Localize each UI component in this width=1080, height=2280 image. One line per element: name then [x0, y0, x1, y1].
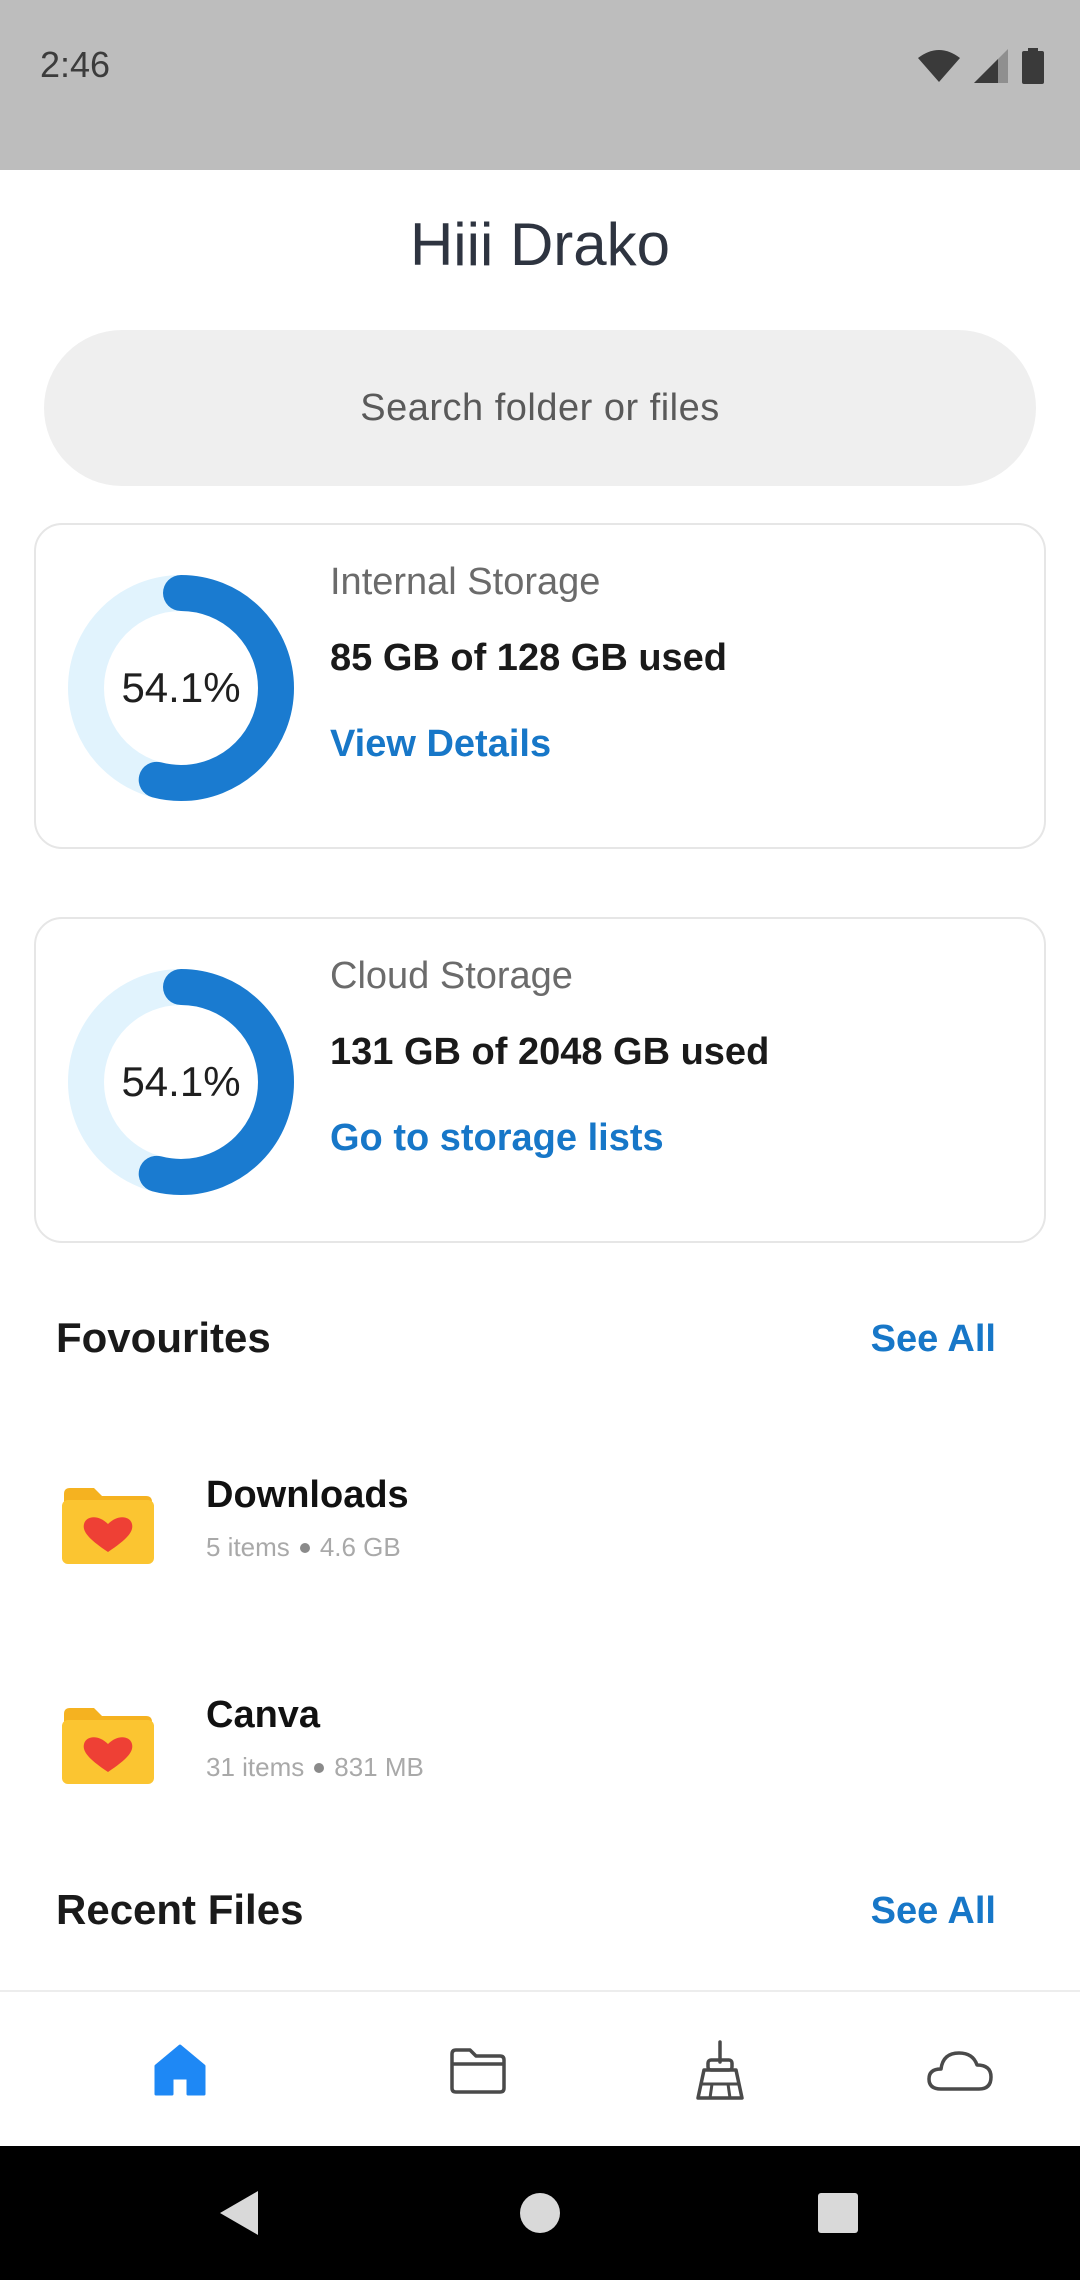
- home-system-button[interactable]: [480, 2146, 600, 2280]
- favourite-name: Canva: [206, 1694, 321, 1736]
- favourites-see-all-link[interactable]: See All: [871, 1318, 996, 1361]
- search-input[interactable]: Search folder or files: [44, 330, 1036, 486]
- recents-button[interactable]: [778, 2146, 898, 2280]
- nav-home-button[interactable]: [110, 1992, 250, 2148]
- cloud-storage-card[interactable]: 54.1% Cloud Storage 131 GB of 2048 GB us…: [34, 917, 1046, 1243]
- list-item[interactable]: Canva 31 items 831 MB: [0, 1688, 1080, 1808]
- back-button[interactable]: [180, 2146, 300, 2280]
- square-recents-icon: [818, 2193, 858, 2233]
- wifi-icon: [918, 50, 960, 82]
- folder-heart-icon: [62, 1488, 154, 1564]
- recent-files-title: Recent Files: [56, 1886, 304, 1933]
- cloud-icon: [927, 2051, 993, 2091]
- home-icon: [154, 2044, 206, 2096]
- favourite-meta: 5 items 4.6 GB: [206, 1532, 401, 1563]
- nav-cloud-button[interactable]: [890, 1992, 1030, 2148]
- nav-files-button[interactable]: [408, 1992, 548, 2148]
- storage-percent: 54.1%: [121, 664, 241, 711]
- storage-title: Cloud Storage: [330, 955, 573, 997]
- storage-usage: 85 GB of 128 GB used: [330, 637, 728, 679]
- folder-icon: [450, 2048, 506, 2094]
- status-bar: 2:46: [0, 0, 1080, 170]
- storage-donut-chart: 54.1%: [68, 575, 294, 801]
- battery-icon: [1022, 48, 1044, 84]
- folder-heart-icon: [62, 1708, 154, 1784]
- storage-donut-chart: 54.1%: [68, 969, 294, 1195]
- view-details-link[interactable]: View Details: [330, 723, 551, 766]
- back-icon: [220, 2191, 258, 2235]
- storage-lists-link[interactable]: Go to storage lists: [330, 1117, 664, 1160]
- favourite-size: 4.6 GB: [319, 1532, 401, 1562]
- favourite-meta: 31 items 831 MB: [206, 1752, 424, 1783]
- storage-usage: 131 GB of 2048 GB used: [330, 1031, 770, 1073]
- page-title: Hiii Drako: [409, 211, 671, 278]
- separator-dot: [299, 1542, 310, 1553]
- nav-clean-button[interactable]: [650, 1992, 790, 2148]
- circle-home-icon: [520, 2193, 560, 2233]
- signal-icon: [974, 49, 1008, 83]
- separator-dot: [314, 1762, 325, 1773]
- favourite-count: 5 items: [206, 1532, 290, 1562]
- storage-title: Internal Storage: [330, 561, 601, 603]
- system-navigation-bar: [0, 2146, 1080, 2280]
- favourite-name: Downloads: [206, 1474, 409, 1516]
- broom-icon: [696, 2040, 744, 2100]
- favourites-title: Fovourites: [56, 1314, 271, 1361]
- status-icons: [918, 48, 1044, 84]
- internal-storage-card[interactable]: 54.1% Internal Storage 85 GB of 128 GB u…: [34, 523, 1046, 849]
- recent-see-all-link[interactable]: See All: [871, 1890, 996, 1933]
- favourite-count: 31 items: [206, 1752, 305, 1782]
- storage-percent: 54.1%: [121, 1058, 241, 1105]
- status-time: 2:46: [40, 44, 111, 85]
- favourite-size: 831 MB: [334, 1752, 424, 1782]
- list-item[interactable]: Downloads 5 items 4.6 GB: [0, 1468, 1080, 1588]
- bottom-navigation: [0, 1990, 1080, 2146]
